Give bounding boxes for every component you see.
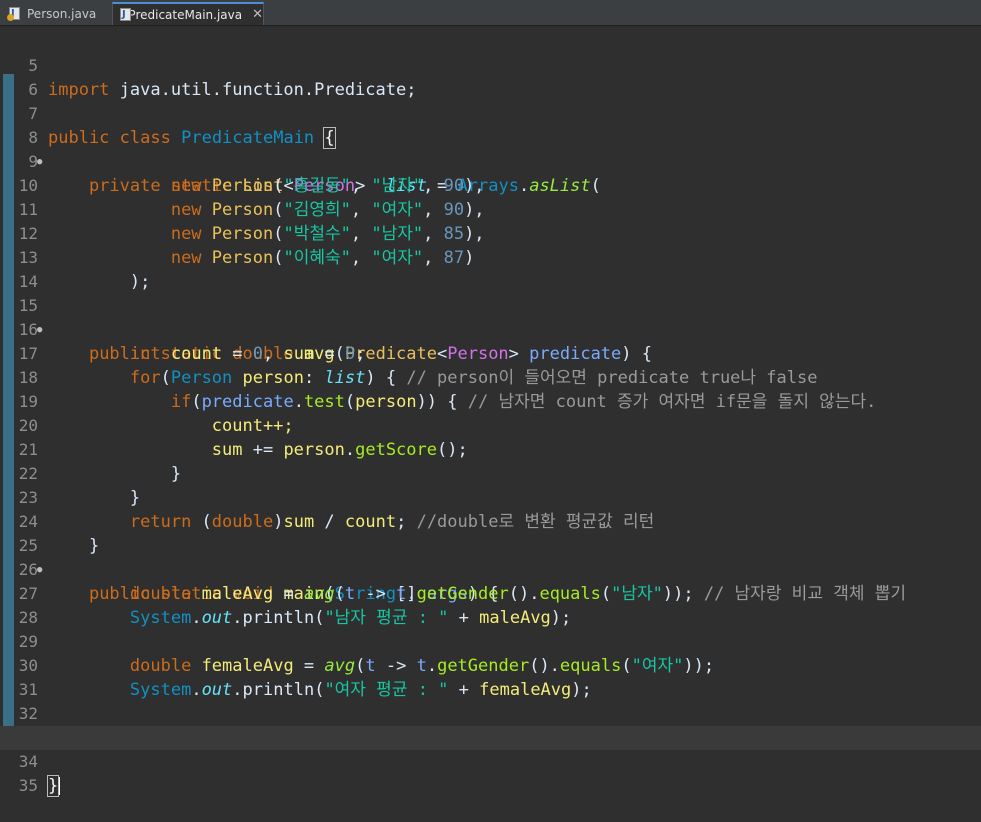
current-code-line: 34 } (0, 726, 981, 797)
code-line: 5 import java.util.function.Predicate; (0, 30, 981, 100)
code-line: 35 (0, 750, 981, 795)
code-line: 12 new Person("이혜숙", "여자", 87) (0, 198, 981, 268)
code-line: 29 double femaleAvg = avg(t -> t.getGend… (0, 606, 981, 676)
code-line: 9 new Person("홍길동", "남자", 90), (0, 126, 981, 196)
code-line: 33 (0, 702, 981, 747)
code-line: 28 (0, 582, 981, 627)
matching-brace: } (46, 775, 60, 797)
code-line: 18 if(predicate.test(person)) { // 남자면 c… (0, 342, 981, 412)
code-line: 19 count++; (0, 366, 981, 436)
code-line: 30 System.out.println("여자 평균 : " + femal… (0, 630, 981, 700)
editor-tab-bar: J Person.java J PredicateMain.java ✕ (0, 0, 981, 26)
code-line: 31 (0, 654, 981, 699)
tab-label: Person.java (27, 6, 97, 21)
code-line: 6 (0, 54, 981, 99)
close-tab-icon[interactable]: ✕ (252, 7, 263, 22)
java-file-icon: J (119, 7, 131, 22)
code-line: 20 sum += person.getScore(); (0, 390, 981, 460)
code-line: 23 return (double)sum / count; //double로… (0, 462, 981, 532)
code-line: 16 int count = 0, sum = 0; (0, 294, 981, 364)
code-line: 17 for(Person person: list) { // person이… (0, 318, 981, 388)
code-line: 8 ● private static List<Person> list = A… (0, 102, 981, 196)
tab-person-java[interactable]: J Person.java (2, 2, 106, 25)
code-line: 26 double maleAvg = avg(t -> t.getGender… (0, 534, 981, 604)
tab-predicatemain-java[interactable]: J PredicateMain.java ✕ (112, 2, 264, 25)
line-number: 35 (18, 776, 38, 795)
code-line: 7 public class PredicateMain { (0, 78, 981, 149)
code-line: 32 } (0, 678, 981, 748)
code-line: 21 } (0, 414, 981, 484)
tab-label: PredicateMain.java (128, 7, 243, 22)
code-editor[interactable]: 5 import java.util.function.Predicate; 6… (0, 26, 981, 797)
code-line: 10 new Person("김영희", "여자", 90), (0, 150, 981, 220)
code-line: 15 ● public static double avg(Predicate<… (0, 270, 981, 364)
code-line: 27 System.out.println("남자 평균 : " + maleA… (0, 558, 981, 628)
code-line: 11 new Person("박철수", "남자", 85), (0, 174, 981, 244)
code-line: 22 } (0, 438, 981, 508)
code-line: 24 } (0, 486, 981, 556)
java-file-icon: J (7, 6, 21, 21)
code-line: 13 ); (0, 222, 981, 292)
code-line: 14 (0, 246, 981, 291)
text-cursor (58, 777, 61, 795)
code-line: 25 ● public static void main(String[] ar… (0, 510, 981, 604)
